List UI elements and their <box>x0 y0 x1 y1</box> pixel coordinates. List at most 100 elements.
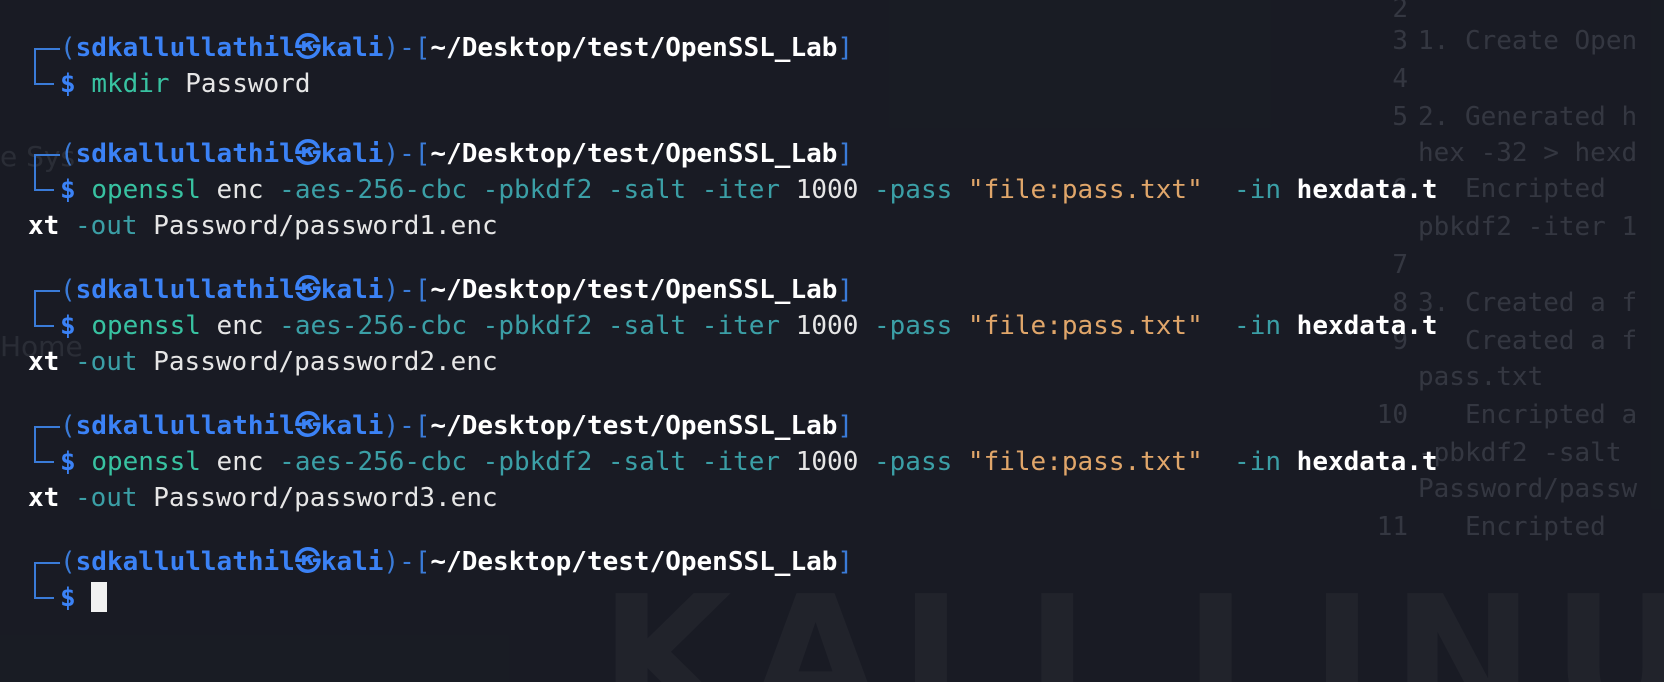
command-token: Password/password3.enc <box>137 483 498 513</box>
prompt-bracket: )-[ <box>383 547 431 577</box>
command-token: -out <box>59 347 138 377</box>
line-number: 11 <box>1376 512 1408 542</box>
prompt-host: kali <box>320 411 384 441</box>
command-token: -out <box>59 211 138 241</box>
command-token: openssl <box>91 447 201 477</box>
prompt-user: sdkallullathil <box>75 547 295 577</box>
prompt-block: (sdkallullathil㉿kali)-[~/Desktop/test/Op… <box>28 272 1438 380</box>
line-number: 4 <box>1392 64 1408 94</box>
line-number: 5 <box>1392 102 1408 132</box>
background-editor-line: 2 <box>1360 0 1418 24</box>
prompt-bracket: ( <box>60 33 76 63</box>
prompt-user: sdkallullathil <box>75 139 295 169</box>
prompt-user: sdkallullathil <box>75 411 295 441</box>
prompt-block: (sdkallullathil㉿kali)-[~/Desktop/test/Op… <box>28 408 1438 516</box>
command-token: -aes-256-cbc -pbkdf2 -salt -iter <box>279 175 781 205</box>
prompt-host: kali <box>320 547 384 577</box>
prompt-dollar: $ <box>60 311 76 341</box>
command-line: $ mkdir Password <box>28 66 853 102</box>
line-text: -pbkdf2 -salt <box>1418 438 1622 468</box>
command-token: -in <box>1202 175 1282 205</box>
prompt-bracket: ( <box>60 139 76 169</box>
command-token: openssl <box>91 311 201 341</box>
prompt-block: (sdkallullathil㉿kali)-[~/Desktop/test/Op… <box>28 30 853 102</box>
prompt-at-symbol: ㉿ <box>294 275 321 305</box>
line-text: Password/passw <box>1418 474 1638 504</box>
command-token: -pass <box>874 447 953 477</box>
line-text: hex -32 > hexd <box>1418 138 1638 168</box>
command-token: hexdata.t <box>1281 311 1438 341</box>
command-line[interactable]: $ <box>28 580 853 616</box>
command-token: enc <box>200 311 280 341</box>
command-token: -in <box>1202 311 1282 341</box>
command-token: xt <box>28 483 60 513</box>
prompt-user: sdkallullathil <box>75 275 295 305</box>
prompt-frame-bottom <box>28 172 60 208</box>
line-text: 3. Created a f <box>1418 288 1638 318</box>
prompt-header: (sdkallullathil㉿kali)-[~/Desktop/test/Op… <box>28 408 1438 444</box>
background-editor-line: 4 <box>1360 64 1418 94</box>
command-token: Password/password2.enc <box>137 347 498 377</box>
command-token: enc <box>200 175 280 205</box>
command-line: $ openssl enc -aes-256-cbc -pbkdf2 -salt… <box>28 444 1438 480</box>
prompt-path: ~/Desktop/test/OpenSSL_Lab <box>430 139 838 169</box>
command-token: 1000 <box>780 175 874 205</box>
prompt-dollar: $ <box>60 447 76 477</box>
command-token: hexdata.t <box>1281 447 1438 477</box>
prompt-header: (sdkallullathil㉿kali)-[~/Desktop/test/Op… <box>28 272 1438 308</box>
command-token: -pass <box>874 175 953 205</box>
background-editor-line: 11 Encripted <box>1360 512 1606 542</box>
prompt-block: (sdkallullathil㉿kali)-[~/Desktop/test/Op… <box>28 544 853 616</box>
prompt-bracket: ] <box>837 275 854 305</box>
command-token: -aes-256-cbc -pbkdf2 -salt -iter <box>279 311 781 341</box>
line-text: Encripted <box>1418 174 1606 204</box>
background-editor-line: 5 2. Generated h <box>1360 102 1637 132</box>
prompt-frame-top <box>28 272 60 308</box>
line-text: Encripted a <box>1418 400 1638 430</box>
prompt-bracket: ] <box>837 547 854 577</box>
prompt-bracket: ( <box>60 275 76 305</box>
text-cursor[interactable] <box>91 581 108 612</box>
prompt-bracket: ( <box>60 547 76 577</box>
line-text: pbkdf2 -iter 1 <box>1418 212 1638 242</box>
command-token: enc <box>200 447 280 477</box>
command-token: mkdir <box>91 69 170 99</box>
command-continuation: xt -out Password/password1.enc <box>28 208 1438 244</box>
prompt-path: ~/Desktop/test/OpenSSL_Lab <box>430 33 838 63</box>
prompt-frame-bottom <box>28 580 60 616</box>
command-token: Password/password1.enc <box>137 211 498 241</box>
background-editor-line: 3 1. Create Open <box>1360 26 1637 56</box>
line-text: 2. Generated h <box>1418 102 1638 132</box>
prompt-frame-bottom <box>28 308 60 344</box>
command-token: 1000 <box>780 447 874 477</box>
prompt-bracket: ] <box>837 33 854 63</box>
prompt-bracket: ] <box>837 139 854 169</box>
prompt-header: (sdkallullathil㉿kali)-[~/Desktop/test/Op… <box>28 30 853 66</box>
prompt-at-symbol: ㉿ <box>294 139 321 169</box>
line-text: 1. Create Open <box>1418 26 1638 56</box>
command-token: Password <box>169 69 311 99</box>
command-token: "file:pass.txt" <box>952 311 1203 341</box>
prompt-at-symbol: ㉿ <box>294 547 321 577</box>
prompt-bracket: )-[ <box>383 275 431 305</box>
prompt-host: kali <box>320 139 384 169</box>
command-space <box>76 69 92 99</box>
prompt-frame-top <box>28 408 60 444</box>
terminal-window[interactable]: 2 3 1. Create Open 4 5 2. Generated h hex -32 … <box>0 0 1664 682</box>
command-space <box>76 447 92 477</box>
command-space <box>76 175 92 205</box>
prompt-host: kali <box>320 33 384 63</box>
prompt-dollar: $ <box>60 175 76 205</box>
prompt-frame-bottom <box>28 444 60 480</box>
prompt-bracket: )-[ <box>383 33 431 63</box>
line-number: 2 <box>1392 0 1408 24</box>
prompt-frame-top <box>28 30 60 66</box>
prompt-host: kali <box>320 275 384 305</box>
command-line: $ openssl enc -aes-256-cbc -pbkdf2 -salt… <box>28 308 1438 344</box>
command-token: "file:pass.txt" <box>952 175 1203 205</box>
command-token: xt <box>28 211 60 241</box>
prompt-header: (sdkallullathil㉿kali)-[~/Desktop/test/Op… <box>28 544 853 580</box>
command-token: openssl <box>91 175 201 205</box>
prompt-block: (sdkallullathil㉿kali)-[~/Desktop/test/Op… <box>28 136 1438 244</box>
prompt-frame-top <box>28 544 60 580</box>
